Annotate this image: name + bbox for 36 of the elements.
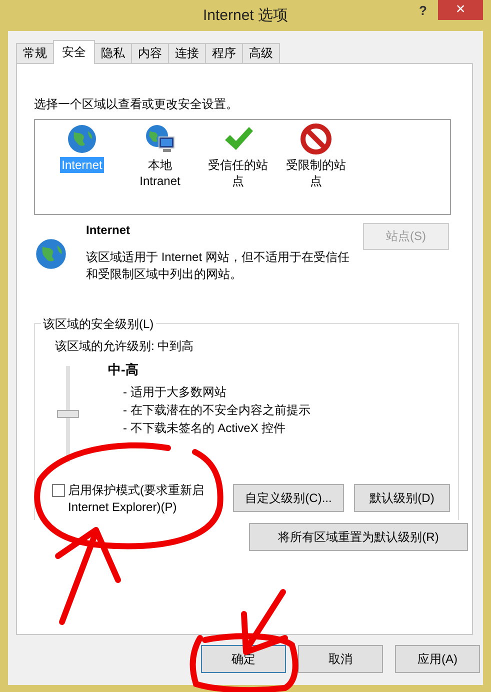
default-level-button[interactable]: 默认级别(D): [354, 484, 450, 512]
globe-icon: [34, 237, 68, 271]
tab[interactable]: 隐私: [94, 43, 132, 63]
dialog-button[interactable]: 确定: [201, 645, 286, 673]
prohibited-icon: [300, 123, 332, 155]
level-description: - 在下载潜在的不安全内容之前提示: [123, 402, 310, 419]
reset-all-button[interactable]: 将所有区域重置为默认级别(R): [249, 523, 468, 551]
globe-icon: [66, 123, 98, 155]
zone-description: 该区域适用于 Internet 网站，但不适用于在受信任和受限制区域中列出的网站。: [86, 249, 350, 283]
slider-thumb[interactable]: [57, 410, 79, 418]
globe-monitor-icon: [144, 123, 176, 155]
custom-level-button[interactable]: 自定义级别(C)...: [233, 484, 344, 512]
zone-name: Internet: [86, 223, 132, 237]
window-title: Internet 选项: [202, 6, 288, 24]
checkbox[interactable]: [52, 484, 65, 497]
security-slider[interactable]: [57, 366, 79, 462]
tab[interactable]: 高级: [242, 43, 280, 63]
zone-prompt: 选择一个区域以查看或更改安全设置。: [34, 96, 238, 113]
tab[interactable]: 连接: [168, 43, 206, 63]
checkbox-label: 启用保护模式(要求重新启Internet Explorer)(P): [68, 482, 205, 516]
allowed-level-text: 该区域的允许级别: 中到高: [55, 338, 194, 355]
tab[interactable]: 常规: [16, 43, 54, 63]
tab[interactable]: 程序: [205, 43, 243, 63]
close-button[interactable]: ×: [438, 0, 483, 20]
group-label: 该区域的安全级别(L): [41, 316, 156, 333]
level-description: - 不下载未签名的 ActiveX 控件: [123, 420, 287, 437]
dialog-button[interactable]: 取消: [298, 645, 383, 673]
tab[interactable]: 内容: [131, 43, 169, 63]
help-button[interactable]: ?: [413, 2, 433, 19]
tab[interactable]: 安全: [53, 40, 95, 64]
zone-item[interactable]: 受信任的站点: [203, 123, 273, 214]
dialog-button[interactable]: 应用(A): [395, 645, 480, 673]
zone-item[interactable]: 受限制的站点: [281, 123, 351, 214]
level-name: 中-高: [108, 361, 138, 379]
level-description: - 适用于大多数网站: [123, 384, 228, 401]
zone-item[interactable]: 本地 Intranet: [125, 123, 195, 214]
